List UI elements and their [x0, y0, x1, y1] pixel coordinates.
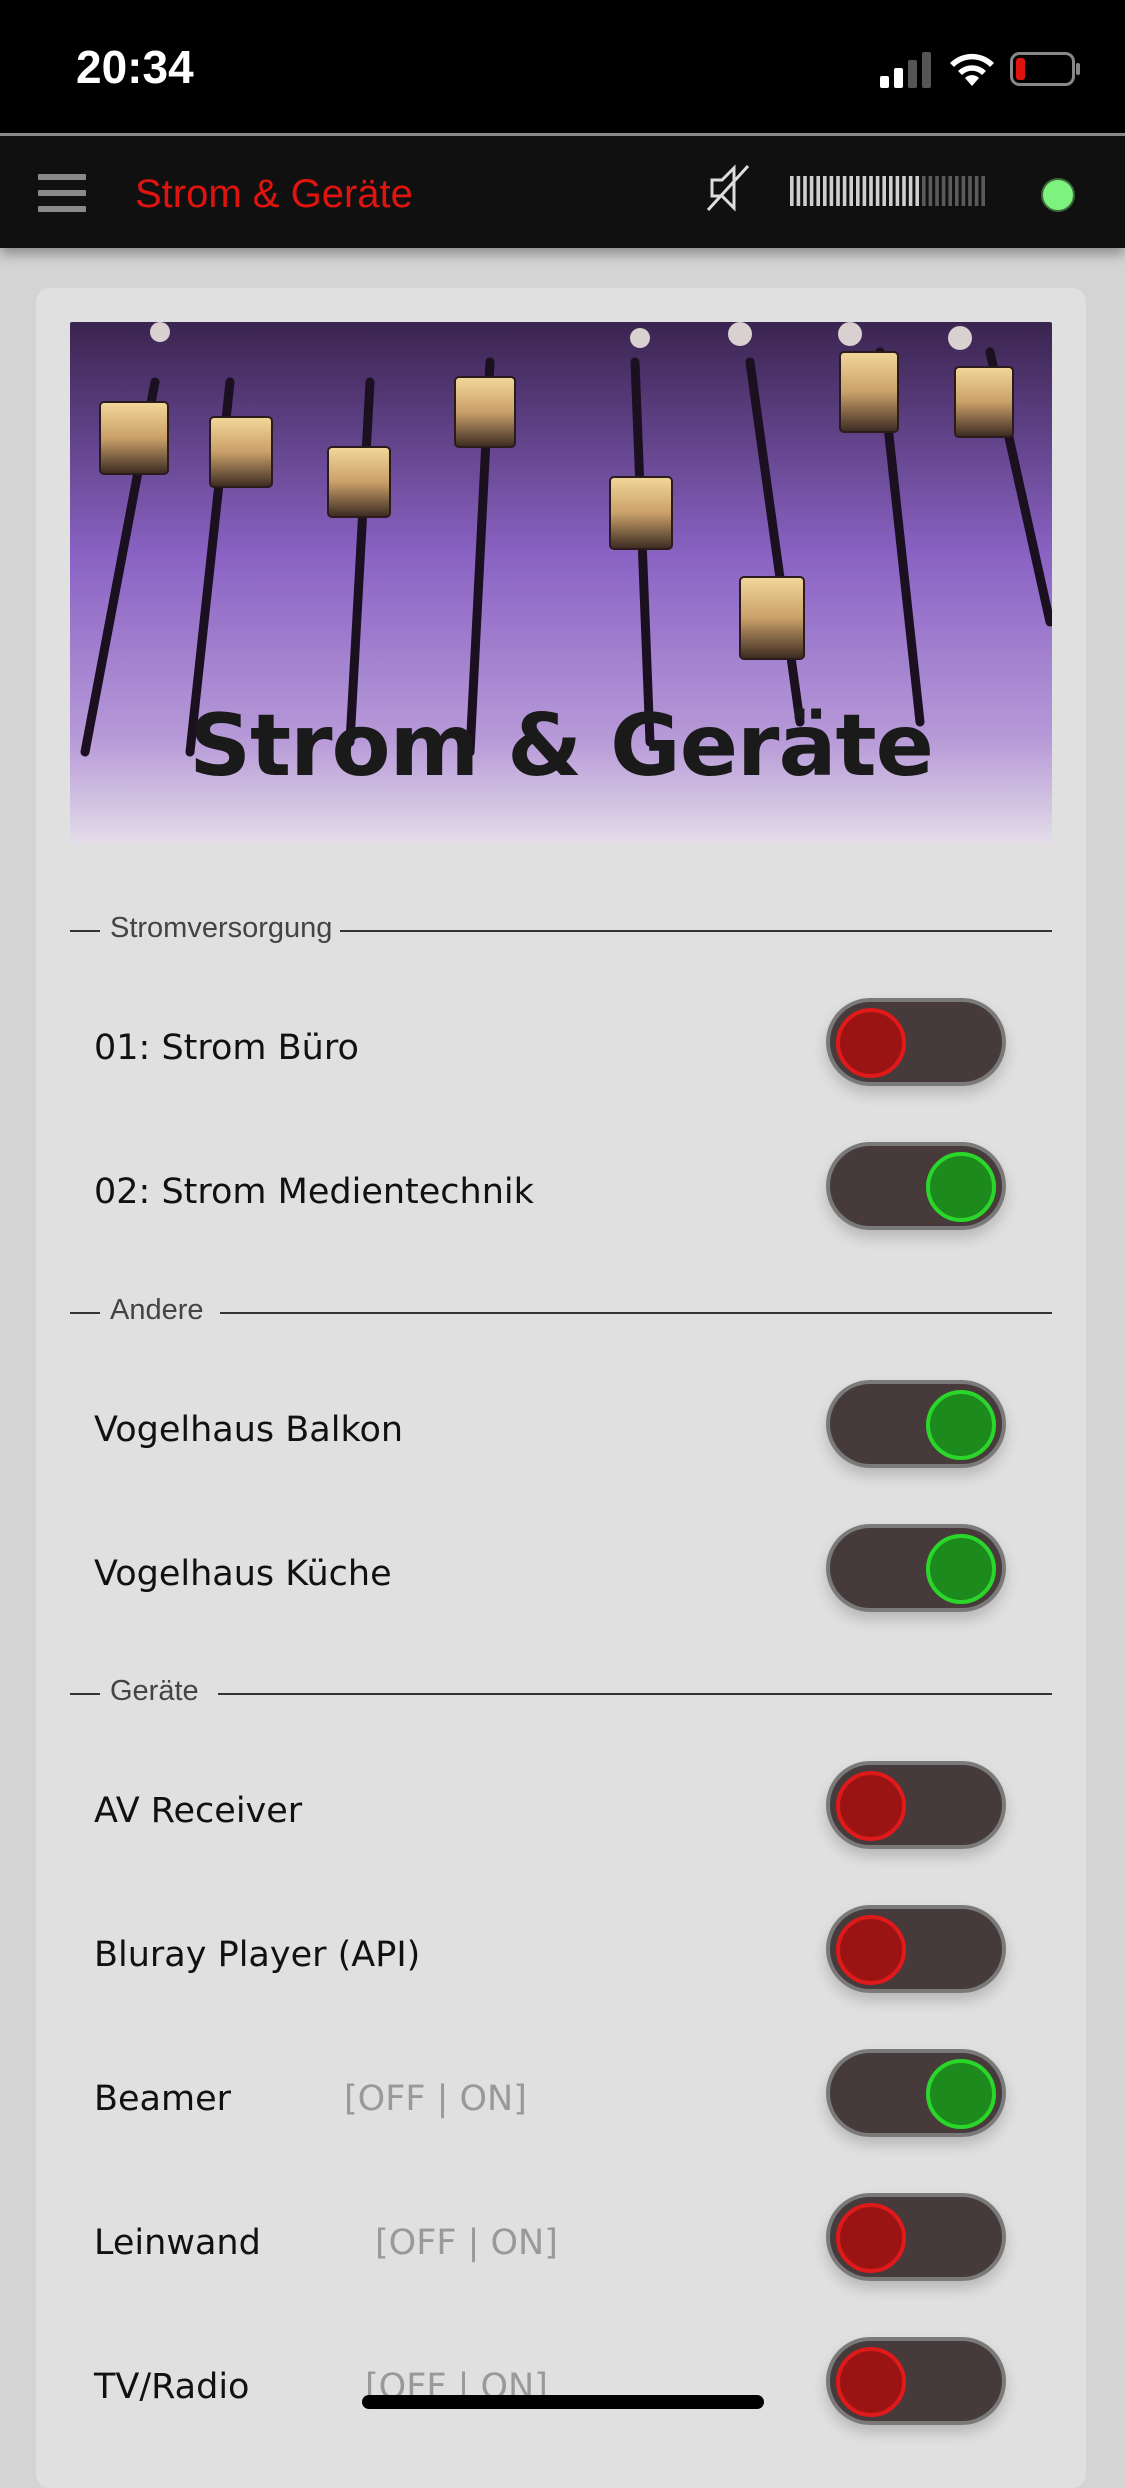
volume-bar — [823, 176, 827, 206]
section-label: Stromversorgung — [110, 912, 333, 945]
volume-bar — [882, 176, 886, 206]
volume-bar — [875, 176, 880, 206]
section-divider — [340, 930, 1052, 932]
toggle-knob — [926, 1390, 996, 1460]
status-time: 20:34 — [76, 41, 194, 93]
device-row: AV Receiver — [70, 1761, 1052, 1861]
section-header: Andere — [70, 1292, 1052, 1332]
app-title: Strom & Geräte — [135, 172, 413, 216]
volume-bar — [862, 176, 867, 206]
device-name: TV/Radio — [94, 2367, 250, 2407]
power-toggle[interactable] — [826, 2337, 1006, 2425]
power-toggle[interactable] — [826, 2049, 1006, 2137]
toggle-knob — [926, 2059, 996, 2129]
section-divider — [218, 1693, 1052, 1695]
device-state-hint: [OFF | ON] — [344, 2079, 527, 2119]
connection-status-dot — [1041, 178, 1075, 212]
volume-meter[interactable] — [790, 176, 990, 206]
section-header: Geräte — [70, 1673, 1052, 1713]
toggle-knob — [926, 1534, 996, 1604]
device-name: Beamer — [94, 2079, 232, 2119]
section-label: Geräte — [110, 1675, 199, 1708]
volume-bar — [849, 176, 853, 206]
power-toggle[interactable] — [826, 1905, 1006, 1993]
volume-bar — [902, 176, 906, 206]
device-row: Leinwand [OFF | ON] — [70, 2193, 1052, 2293]
volume-bar — [981, 176, 985, 206]
toggle-knob — [836, 2347, 906, 2417]
toggle-knob — [836, 1915, 906, 1985]
device-row: Bluray Player (API) — [70, 1905, 1052, 2005]
device-name: 02: Strom Medientechnik — [94, 1172, 534, 1212]
device-name: Leinwand — [94, 2223, 261, 2263]
toggle-knob — [836, 1771, 906, 1841]
section-label: Andere — [110, 1294, 204, 1327]
volume-bar — [948, 176, 952, 206]
volume-bar — [961, 176, 966, 206]
volume-bar — [790, 176, 794, 206]
section-divider — [220, 1312, 1052, 1314]
toggle-knob — [836, 2203, 906, 2273]
device-state-hint: [OFF | ON] — [375, 2223, 558, 2263]
battery-icon — [1010, 52, 1080, 86]
toggle-knob — [926, 1152, 996, 1222]
app-bar: Strom & Geräte — [0, 133, 1125, 248]
section-divider — [70, 1693, 100, 1695]
volume-bar — [829, 176, 834, 206]
power-toggle[interactable] — [826, 998, 1006, 1086]
section-divider — [70, 930, 100, 932]
power-toggle[interactable] — [826, 1142, 1006, 1230]
device-row: Vogelhaus Balkon — [70, 1380, 1052, 1480]
mute-icon[interactable] — [704, 160, 752, 216]
hero-image: Strom & Geräte — [70, 322, 1052, 844]
device-name: 01: Strom Büro — [94, 1028, 359, 1068]
device-row: Vogelhaus Küche — [70, 1524, 1052, 1624]
device-row: Beamer [OFF | ON] — [70, 2049, 1052, 2149]
volume-bar — [836, 176, 840, 206]
volume-bar — [935, 176, 939, 206]
volume-bar — [803, 176, 807, 206]
volume-bar — [908, 176, 913, 206]
power-toggle[interactable] — [826, 1380, 1006, 1468]
volume-bar — [842, 176, 847, 206]
volume-bar — [928, 176, 933, 206]
home-indicator — [362, 2395, 764, 2409]
section-divider — [70, 1312, 100, 1314]
status-bar: 20:34 — [0, 0, 1125, 133]
volume-bar — [889, 176, 893, 206]
device-name: AV Receiver — [94, 1791, 303, 1831]
hero-title: Strom & Geräte — [189, 696, 934, 796]
device-name: Vogelhaus Balkon — [94, 1410, 404, 1450]
volume-bar — [869, 176, 873, 206]
volume-bar — [968, 176, 972, 206]
power-toggle[interactable] — [826, 2193, 1006, 2281]
device-row: 02: Strom Medientechnik — [70, 1142, 1052, 1242]
volume-bar — [816, 176, 820, 206]
device-row: 01: Strom Büro — [70, 998, 1052, 1098]
hamburger-icon[interactable] — [38, 174, 86, 214]
volume-bar — [915, 176, 919, 206]
volume-bar — [809, 176, 814, 206]
volume-bar — [974, 176, 979, 206]
power-toggle[interactable] — [826, 1524, 1006, 1612]
wifi-icon — [950, 53, 994, 86]
toggle-knob — [836, 1008, 906, 1078]
device-name: Bluray Player (API) — [94, 1935, 421, 1975]
device-row: TV/Radio [OFF | ON] — [70, 2337, 1052, 2437]
volume-bar — [922, 176, 926, 206]
device-name: Vogelhaus Küche — [94, 1554, 392, 1594]
volume-bar — [955, 176, 959, 206]
section-header: Stromversorgung — [70, 910, 1052, 950]
cellular-signal-icon — [880, 52, 931, 88]
volume-bar — [796, 176, 801, 206]
power-toggle[interactable] — [826, 1761, 1006, 1849]
volume-bar — [856, 176, 860, 206]
volume-bar — [895, 176, 900, 206]
volume-bar — [941, 176, 946, 206]
